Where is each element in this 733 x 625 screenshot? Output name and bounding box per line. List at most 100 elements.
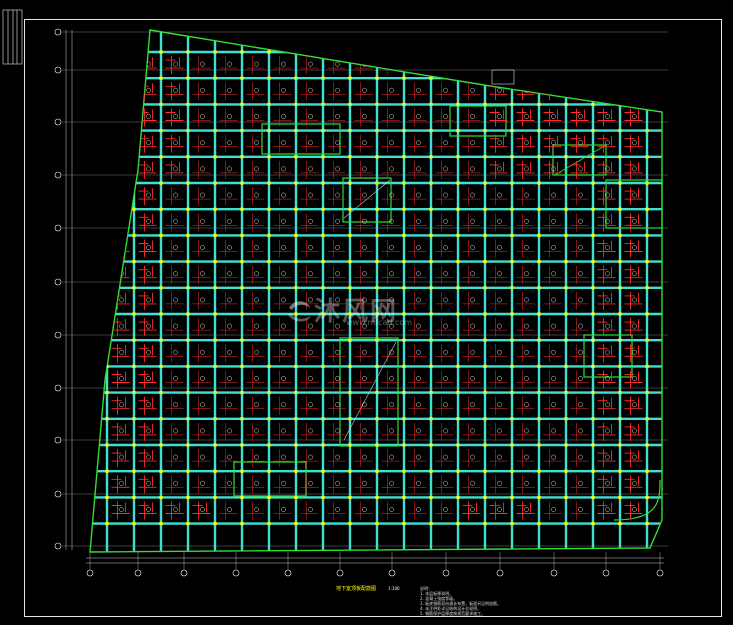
- slab-label: [308, 323, 313, 329]
- column: [105, 233, 109, 237]
- column: [240, 181, 244, 185]
- slab-label: [497, 428, 502, 434]
- column: [375, 286, 379, 290]
- slab-label: [605, 323, 610, 329]
- column: [294, 207, 298, 211]
- slab-label: [605, 140, 610, 146]
- slab-label: [119, 507, 124, 512]
- slab-label: [146, 507, 151, 512]
- column: [267, 50, 271, 54]
- slab-label: [578, 454, 583, 460]
- column: [240, 338, 244, 342]
- column: [456, 312, 460, 316]
- column: [456, 469, 460, 473]
- column: [321, 391, 325, 395]
- slab-label: [551, 271, 556, 277]
- slab-label: [578, 140, 583, 146]
- column: [618, 364, 622, 368]
- slab-label: [524, 140, 529, 146]
- slab-label: [335, 140, 340, 146]
- column: [591, 286, 595, 290]
- column: [645, 391, 649, 395]
- column: [240, 443, 244, 447]
- column: [510, 50, 514, 54]
- axis-bubble: [134, 569, 142, 577]
- slab-label: [632, 192, 637, 198]
- slab-label: [227, 61, 232, 67]
- slab-label: [308, 218, 313, 224]
- column: [132, 50, 136, 54]
- column: [132, 129, 136, 133]
- slab-label: [335, 114, 340, 119]
- slab-label: [119, 192, 124, 198]
- column: [186, 233, 190, 237]
- slab-label: [470, 166, 475, 172]
- column: [483, 312, 487, 316]
- slab-label: [227, 218, 232, 224]
- column: [213, 181, 217, 185]
- slab-label: [227, 245, 232, 250]
- column: [321, 286, 325, 290]
- column: [402, 312, 406, 316]
- slab-label: [578, 87, 583, 93]
- slab-label: [146, 480, 151, 486]
- slab-label: [443, 297, 448, 303]
- column: [132, 155, 136, 159]
- column: [591, 364, 595, 368]
- slab-label: [443, 140, 448, 146]
- column: [510, 155, 514, 159]
- column: [537, 155, 541, 159]
- slab-label: [497, 61, 502, 67]
- column: [591, 129, 595, 133]
- drawing-scale: 1:100: [388, 586, 400, 591]
- slab-label: [632, 87, 637, 93]
- slab-label: [173, 507, 178, 512]
- slab-label: [416, 192, 421, 198]
- column: [294, 469, 298, 473]
- slab-label: [281, 271, 286, 277]
- column: [186, 495, 190, 499]
- slab-label: [281, 323, 286, 329]
- slab-label: [281, 218, 286, 224]
- slab-label: [146, 87, 151, 93]
- slab-label: [362, 192, 367, 198]
- slab-label: [578, 114, 583, 119]
- column: [375, 102, 379, 106]
- slab-label: [524, 218, 529, 224]
- slab-label: [551, 87, 556, 93]
- column: [564, 155, 568, 159]
- slab-label: [524, 454, 529, 460]
- slab-label: [146, 323, 151, 329]
- slab-label: [146, 166, 151, 172]
- axis-bubble: [54, 331, 62, 339]
- slab-label: [416, 87, 421, 93]
- column: [564, 364, 568, 368]
- column: [483, 76, 487, 80]
- column: [456, 181, 460, 185]
- column: [645, 338, 649, 342]
- slab-label: [227, 454, 232, 460]
- column: [456, 417, 460, 421]
- slab-label: [254, 454, 259, 460]
- column: [132, 469, 136, 473]
- column: [186, 207, 190, 211]
- column: [267, 207, 271, 211]
- slab-label: [497, 140, 502, 146]
- column: [618, 495, 622, 499]
- slab-label: [281, 166, 286, 172]
- slab-label: [497, 114, 502, 119]
- column: [348, 469, 352, 473]
- column: [321, 181, 325, 185]
- column: [483, 181, 487, 185]
- column: [483, 129, 487, 133]
- slab-label: [470, 245, 475, 250]
- slab-label: [632, 454, 637, 460]
- slab-label: [524, 349, 529, 355]
- slab-label: [335, 166, 340, 172]
- slab-label: [416, 428, 421, 434]
- column: [213, 50, 217, 54]
- slab-label: [335, 480, 340, 486]
- slab-label: [632, 480, 637, 486]
- column: [537, 391, 541, 395]
- column: [537, 76, 541, 80]
